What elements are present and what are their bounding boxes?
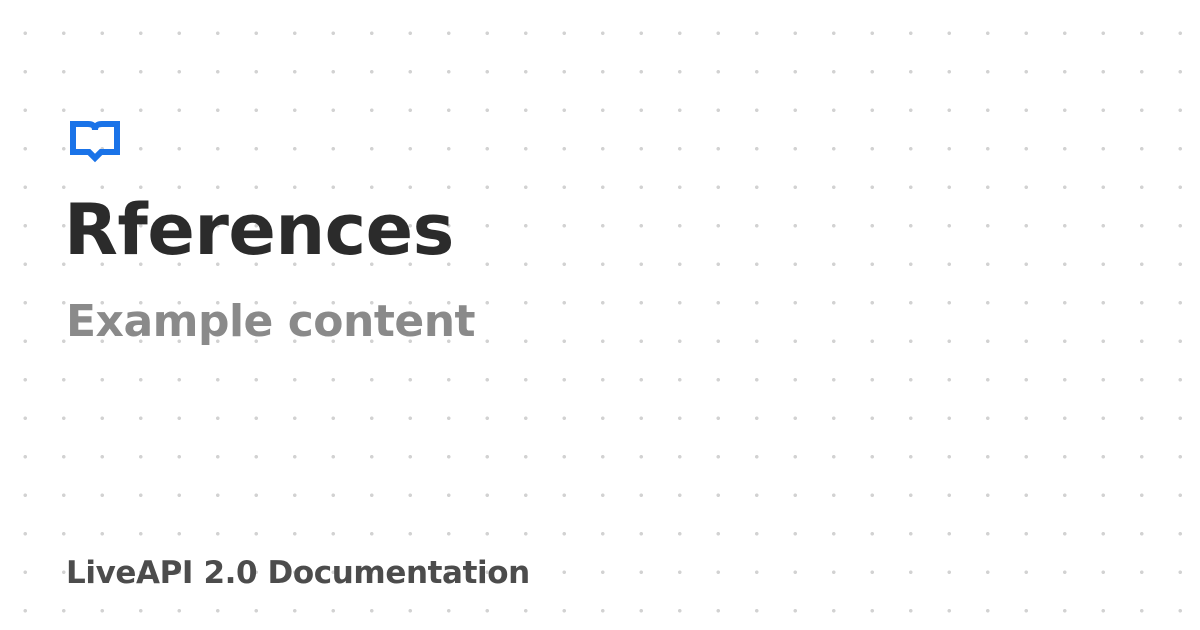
page-title: Rferences: [64, 189, 454, 271]
docs-footer-label: LiveAPI 2.0 Documentation: [66, 555, 530, 591]
page-subtitle: Example content: [66, 296, 476, 347]
book-icon: [68, 119, 122, 163]
social-preview-card: Rferences Example content LiveAPI 2.0 Do…: [0, 0, 1200, 630]
